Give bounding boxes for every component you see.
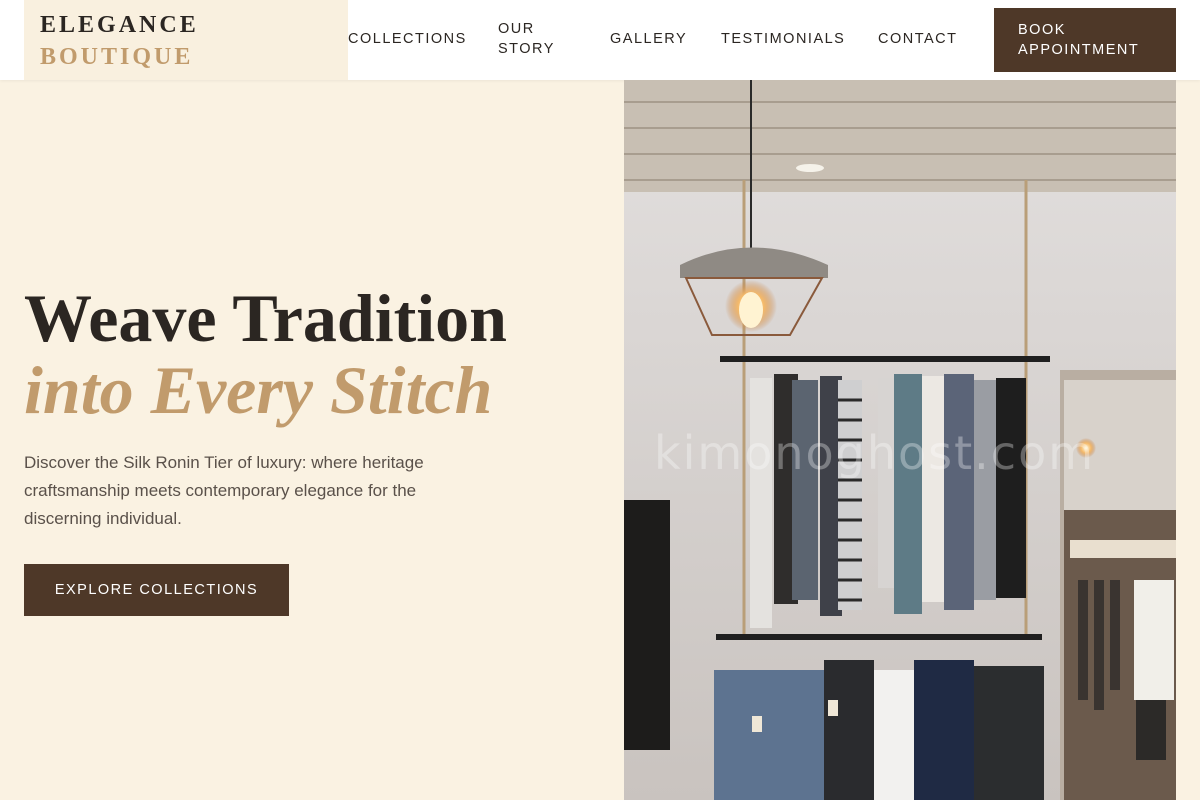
nav-link-our-story[interactable]: OUR STORY — [498, 19, 578, 59]
book-appointment-button[interactable]: BOOK APPOINTMENT — [994, 8, 1176, 72]
hero-subtitle: Discover the Silk Ronin Tier of luxury: … — [24, 453, 424, 528]
explore-collections-button[interactable]: EXPLORE COLLECTIONS — [24, 564, 289, 616]
nav-link-contact[interactable]: CONTACT — [878, 29, 958, 49]
image-watermark: kimonoghost.com — [654, 426, 1096, 480]
site-header: ELEGANCE BOUTIQUE COLLECTIONS OUR STORY … — [0, 0, 1200, 80]
nav-link-collections[interactable]: COLLECTIONS — [348, 29, 467, 49]
brand-name-line2: BOUTIQUE — [40, 44, 194, 70]
brand-logo[interactable]: ELEGANCE BOUTIQUE — [24, 0, 348, 80]
hero-title-line2: into Every Stitch — [24, 352, 493, 428]
hero-title-line1: Weave Tradition — [24, 280, 507, 356]
nav-link-testimonials[interactable]: TESTIMONIALS — [721, 29, 845, 49]
brand-name-line1: ELEGANCE — [40, 12, 199, 38]
hero-image: kimonoghost.com — [624, 80, 1176, 800]
nav-link-gallery[interactable]: GALLERY — [610, 29, 687, 49]
